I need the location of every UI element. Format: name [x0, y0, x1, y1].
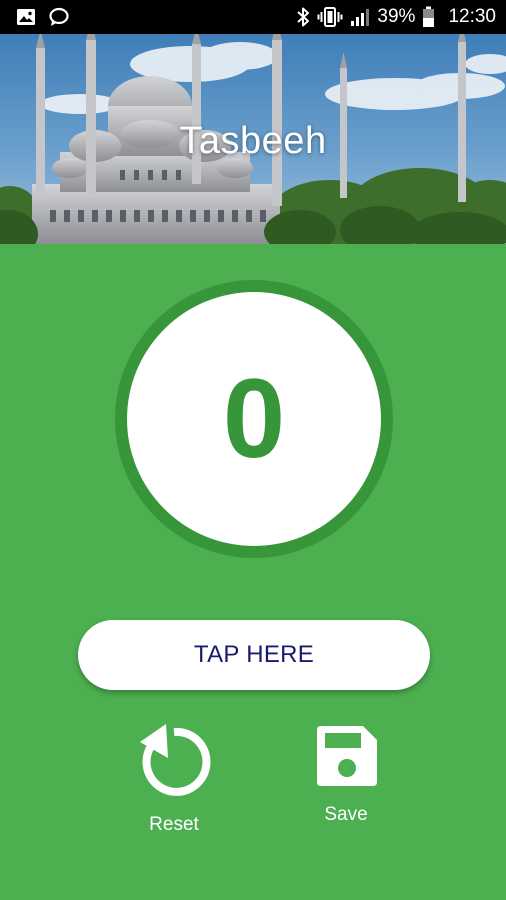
header-banner: Tasbeeh: [0, 34, 506, 244]
vibrate-icon: [317, 7, 343, 27]
battery-percentage: 39%: [377, 6, 416, 27]
save-label: Save: [324, 804, 368, 825]
image-icon: [17, 9, 35, 25]
reset-button[interactable]: Reset: [119, 724, 229, 836]
floppy-disk-icon: [317, 726, 377, 786]
app-title: Tasbeeh: [179, 120, 327, 162]
tap-here-button[interactable]: TAP HERE: [78, 620, 430, 690]
counter-display: 0: [127, 292, 381, 546]
battery-icon: [423, 6, 435, 27]
signal-icon: [351, 9, 370, 26]
save-button[interactable]: Save: [291, 724, 401, 826]
tap-here-label: TAP HERE: [193, 641, 315, 668]
refresh-icon: [140, 724, 211, 796]
clock: 12:30: [448, 6, 496, 27]
counter-ring: 0: [115, 280, 393, 558]
bluetooth-icon: [297, 7, 310, 27]
chat-bubble-icon: [49, 7, 69, 26]
status-bar: 39% 12:30: [0, 0, 506, 34]
counter-value: 0: [222, 356, 286, 481]
reset-label: Reset: [149, 814, 199, 835]
